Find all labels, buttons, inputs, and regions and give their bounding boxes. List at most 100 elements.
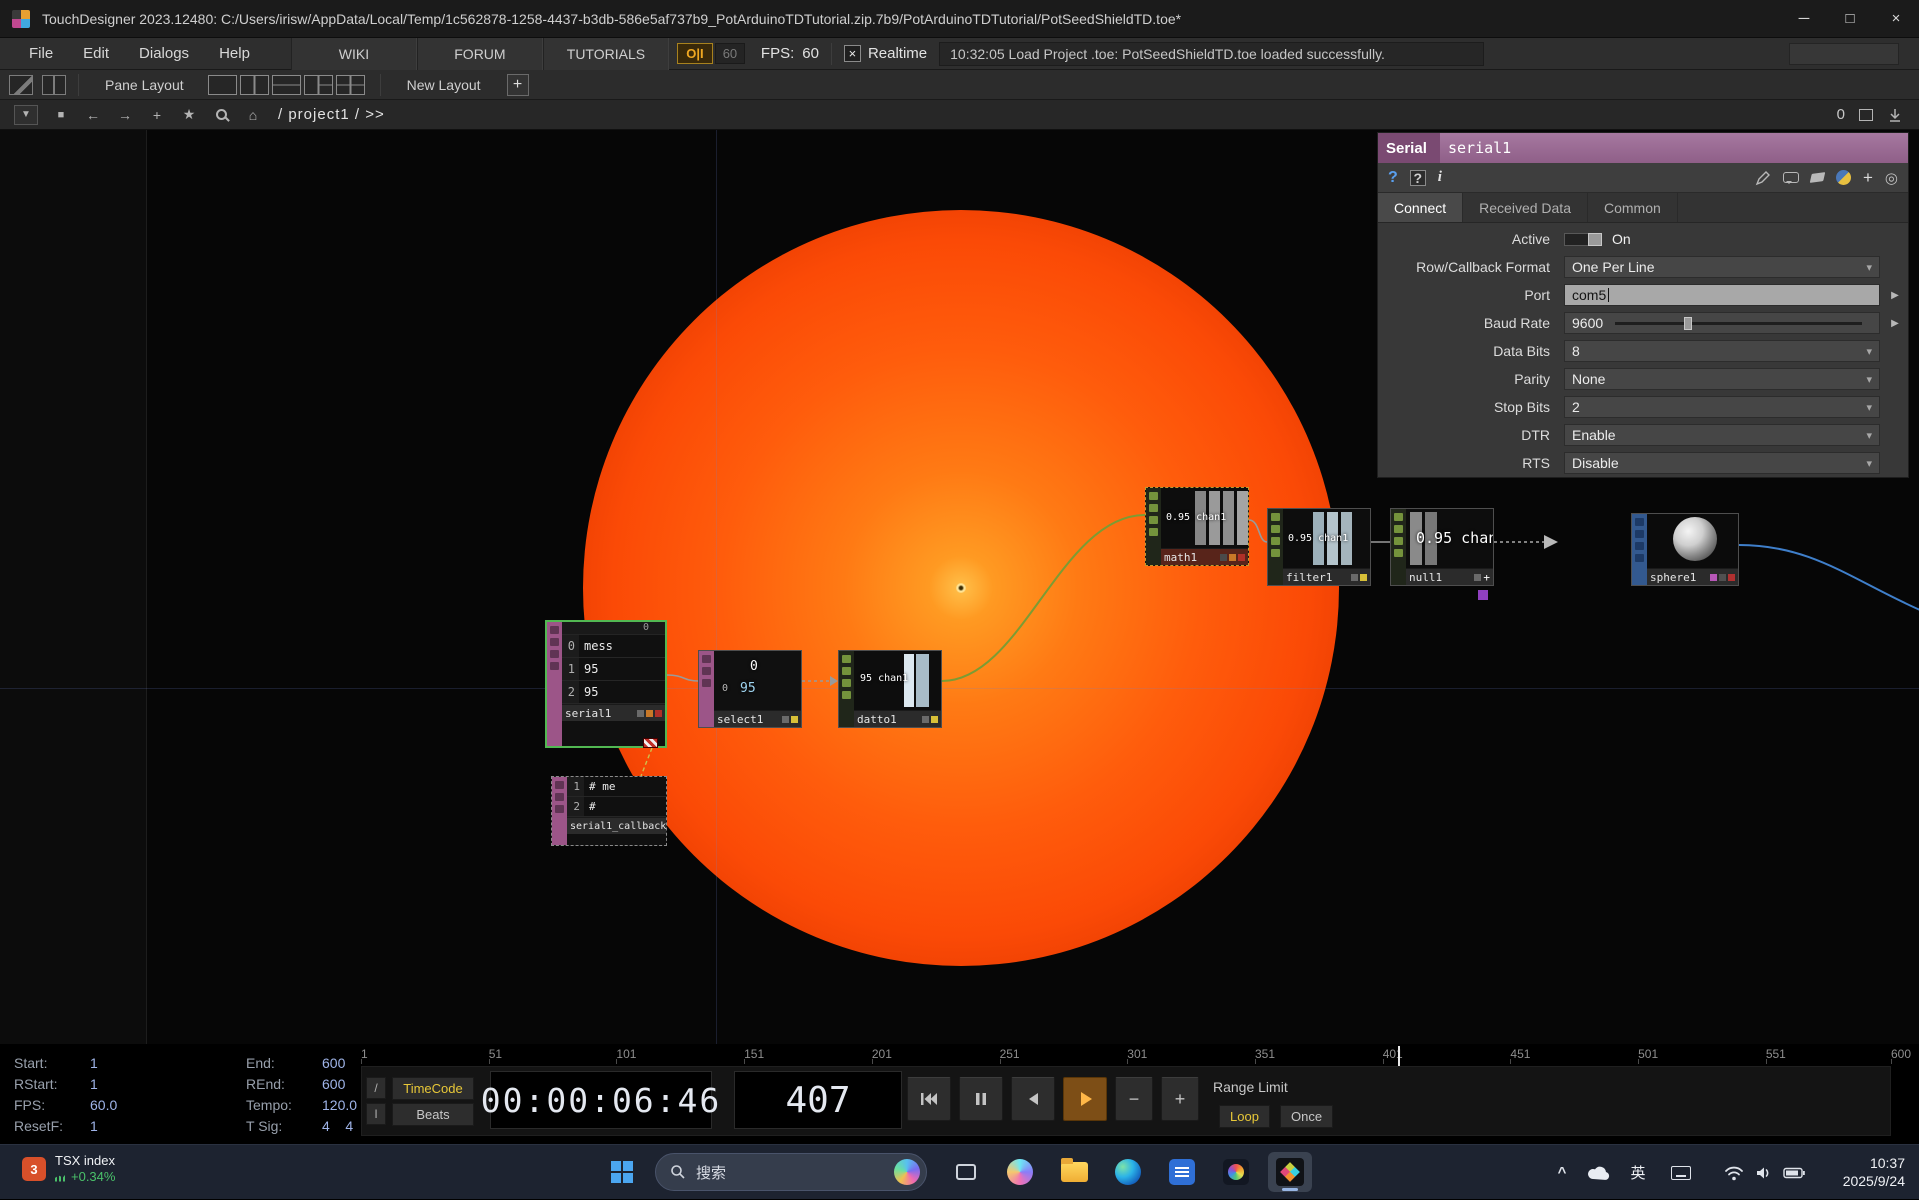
jump-start-button[interactable] xyxy=(907,1077,951,1121)
node-name-bar[interactable]: filter1 xyxy=(1283,568,1370,585)
timeline-ruler[interactable]: 151101151201251301351401451501551600 xyxy=(361,1046,1891,1064)
node-select1[interactable]: 0 0 95 select1 xyxy=(698,650,802,728)
add-layout-button[interactable]: + xyxy=(507,74,529,96)
node-flag[interactable] xyxy=(1728,574,1735,581)
battery-icon[interactable] xyxy=(1780,1145,1808,1200)
pause-button[interactable] xyxy=(959,1077,1003,1121)
param-label-port[interactable]: Port xyxy=(1378,287,1562,303)
menu-edit[interactable]: Edit xyxy=(68,38,124,70)
play-reverse-button[interactable] xyxy=(1011,1077,1055,1121)
node-name-bar[interactable]: select1 xyxy=(714,710,801,727)
node-flag[interactable] xyxy=(782,716,789,723)
edit-pencil-icon[interactable] xyxy=(1755,170,1771,186)
home-icon[interactable]: ⌂ xyxy=(244,107,262,123)
node-flag[interactable] xyxy=(1474,574,1481,581)
beats-mode-button[interactable]: Beats xyxy=(392,1103,474,1126)
param-slider-baud-rate[interactable] xyxy=(1615,322,1862,325)
wifi-icon[interactable] xyxy=(1720,1145,1748,1200)
taskbar-clock[interactable]: 10:37 2025/9/24 xyxy=(1843,1154,1905,1190)
layout-grid-button[interactable] xyxy=(336,75,365,95)
timecode-mode-button[interactable]: TimeCode xyxy=(392,1077,474,1100)
app-icon-blue[interactable] xyxy=(1160,1152,1204,1192)
help-icon[interactable]: ? xyxy=(1388,169,1398,187)
info-icon[interactable]: i xyxy=(1438,169,1442,186)
node-serial1-callbacks[interactable]: 1# me2# serial1_callbacks xyxy=(551,776,667,846)
touchdesigner-taskbar-icon[interactable] xyxy=(1268,1152,1312,1192)
back-icon[interactable]: ← xyxy=(84,107,102,123)
independent-button[interactable]: I xyxy=(366,1103,386,1125)
copilot-icon[interactable] xyxy=(998,1152,1042,1192)
menu-link-wiki[interactable]: WIKI xyxy=(291,38,417,70)
error-badge[interactable] xyxy=(643,738,658,748)
param-label-dtr[interactable]: DTR xyxy=(1378,427,1562,443)
touch-keyboard-icon[interactable] xyxy=(1666,1145,1696,1200)
param-label-parity[interactable]: Parity xyxy=(1378,371,1562,387)
abs-frame-button[interactable]: / xyxy=(366,1077,386,1099)
menu-help[interactable]: Help xyxy=(204,38,265,70)
search-box[interactable]: 搜索 xyxy=(655,1153,927,1191)
task-view-button[interactable] xyxy=(944,1152,988,1192)
param-value-parity[interactable]: None▾ xyxy=(1564,368,1880,390)
add-parameter-icon[interactable]: + xyxy=(1863,168,1873,188)
param-value-dtr[interactable]: Enable▾ xyxy=(1564,424,1880,446)
realtime-toggle[interactable]: × Realtime xyxy=(844,45,927,62)
node-flag[interactable] xyxy=(1719,574,1726,581)
python-help-icon[interactable]: ? xyxy=(1410,170,1426,186)
node-flag[interactable] xyxy=(1710,574,1717,581)
node-flag[interactable] xyxy=(791,716,798,723)
layout-split-horizontal-button[interactable] xyxy=(272,75,301,95)
loop-button[interactable]: Loop xyxy=(1219,1105,1270,1128)
param-label-baud-rate[interactable]: Baud Rate xyxy=(1378,315,1562,331)
close-button[interactable]: × xyxy=(1873,0,1919,37)
bookmark-star-icon[interactable]: ★ xyxy=(180,106,198,123)
playhead[interactable] xyxy=(1398,1046,1400,1066)
node-name-bar[interactable]: serial1_callbacks xyxy=(567,817,666,834)
param-label-row-callback-format[interactable]: Row/Callback Format xyxy=(1378,259,1562,275)
node-name-bar[interactable]: serial1 xyxy=(562,704,665,721)
param-value-stop-bits[interactable]: 2▾ xyxy=(1564,396,1880,418)
param-value-port[interactable]: com5 xyxy=(1564,284,1880,306)
node-flag[interactable] xyxy=(646,710,653,717)
param-label-active[interactable]: Active xyxy=(1378,231,1562,247)
menu-link-tutorials[interactable]: TUTORIALS xyxy=(543,38,669,70)
performance-monitor-button[interactable]: O|I xyxy=(677,43,713,64)
node-flag[interactable] xyxy=(1220,554,1227,561)
frame-plus-button[interactable]: + xyxy=(1161,1077,1199,1121)
layout-three-pane-button[interactable] xyxy=(304,75,333,95)
comment-icon[interactable] xyxy=(1783,172,1799,183)
edge-icon[interactable] xyxy=(1106,1152,1150,1192)
node-filter1[interactable]: 0.95 chan1 filter1 xyxy=(1267,508,1371,586)
node-flag[interactable] xyxy=(931,716,938,723)
minimize-button[interactable]: ─ xyxy=(1781,0,1827,37)
param-label-rts[interactable]: RTS xyxy=(1378,455,1562,471)
frame-minus-button[interactable]: − xyxy=(1115,1077,1153,1121)
tab-received-data[interactable]: Received Data xyxy=(1463,193,1588,222)
clean-icon[interactable] xyxy=(1810,172,1826,183)
start-button[interactable] xyxy=(600,1152,644,1192)
param-value-row-callback-format[interactable]: One Per Line▾ xyxy=(1564,256,1880,278)
ime-language-indicator[interactable]: 英 xyxy=(1624,1145,1652,1200)
viewer-tool-icon[interactable] xyxy=(9,75,33,95)
menu-link-forum[interactable]: FORUM xyxy=(417,38,543,70)
forward-icon[interactable]: → xyxy=(116,107,134,123)
node-name-bar[interactable]: sphere1 xyxy=(1647,568,1738,585)
node-flag[interactable] xyxy=(1360,574,1367,581)
play-button[interactable] xyxy=(1063,1077,1107,1121)
node-sphere1[interactable]: sphere1 xyxy=(1631,513,1739,586)
node-flag[interactable] xyxy=(637,710,644,717)
param-expand-arrow[interactable]: ▶ xyxy=(1882,318,1908,329)
node-datto1[interactable]: 95 chan1 datto1 xyxy=(838,650,942,728)
node-name-bar[interactable]: datto1 xyxy=(854,710,941,727)
param-value-data-bits[interactable]: 8▾ xyxy=(1564,340,1880,362)
param-value-rts[interactable]: Disable▾ xyxy=(1564,452,1880,474)
search-icon[interactable] xyxy=(212,109,230,120)
once-button[interactable]: Once xyxy=(1280,1105,1333,1128)
dock-down-icon[interactable] xyxy=(1887,107,1903,123)
node-name-bar[interactable]: math1 xyxy=(1161,548,1248,565)
widgets-button[interactable]: 3 TSX index +0.34% xyxy=(22,1153,115,1185)
operator-name-field[interactable]: serial1 xyxy=(1448,139,1511,157)
copy-target-icon[interactable]: ◎ xyxy=(1885,169,1898,187)
tab-connect[interactable]: Connect xyxy=(1378,193,1463,222)
expand-plus[interactable]: + xyxy=(1483,571,1490,584)
menu-dialogs[interactable]: Dialogs xyxy=(124,38,204,70)
